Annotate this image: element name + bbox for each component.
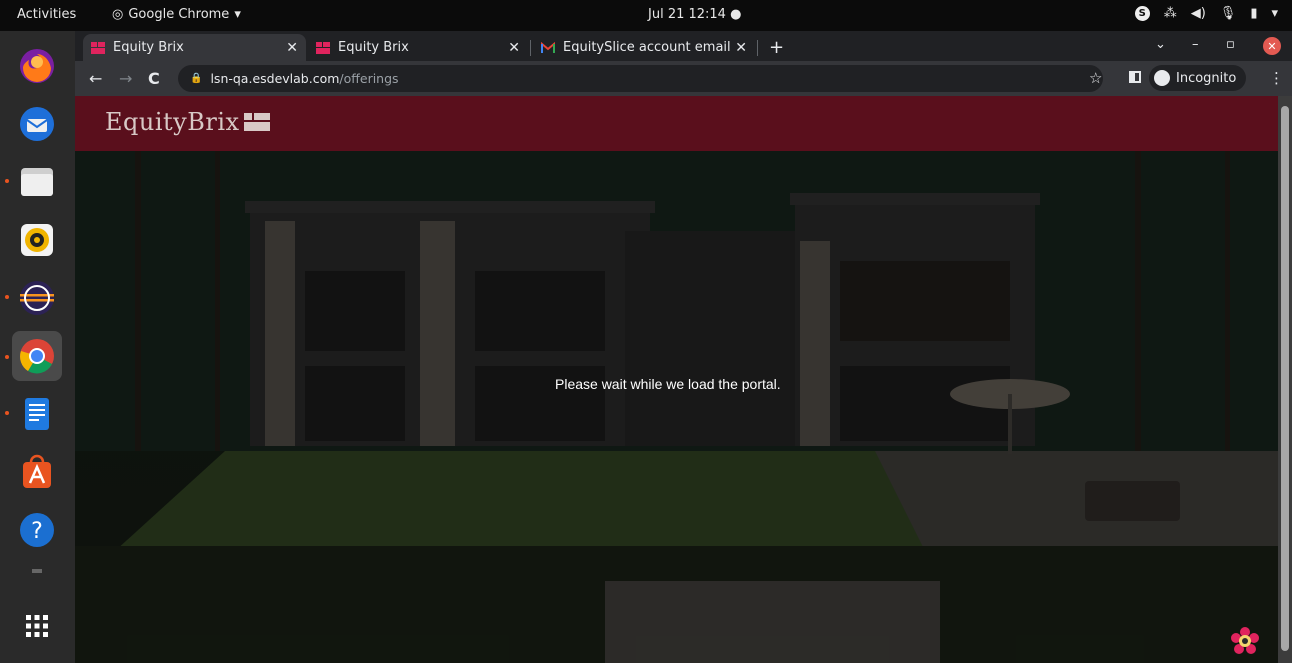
loading-overlay xyxy=(75,151,1278,663)
site-header: EquityBrix xyxy=(75,96,1278,151)
bookmark-star-icon[interactable]: ☆ xyxy=(1089,69,1102,87)
clock-label: Jul 21 12:14 xyxy=(648,7,726,22)
tab-strip: Equity Brix ✕ Equity Brix ✕ EquitySlice … xyxy=(75,31,1292,61)
dock-files[interactable] xyxy=(12,157,62,207)
url-host: lsn-qa.esdevlab.com xyxy=(210,71,340,86)
skype-icon[interactable]: S xyxy=(1134,6,1150,21)
gmail-favicon xyxy=(541,41,555,53)
incognito-icon xyxy=(1154,70,1170,86)
gnome-top-bar: Activities ◎ Google Chrome ▾ Jul 21 12:1… xyxy=(0,0,1292,31)
tab-separator xyxy=(757,40,758,56)
reload-icon[interactable]: C xyxy=(148,69,160,88)
dock-software[interactable] xyxy=(12,447,62,497)
close-window-icon[interactable]: ✕ xyxy=(1263,37,1281,55)
tab-search-icon[interactable]: ⌄ xyxy=(1155,37,1166,52)
clock[interactable]: Jul 21 12:14 ● xyxy=(648,7,741,22)
eclipse-icon xyxy=(20,281,54,315)
dock-separator xyxy=(32,569,42,573)
chrome-small-icon: ◎ xyxy=(112,7,124,22)
tab-equity-brix-2[interactable]: Equity Brix ✕ xyxy=(308,34,528,61)
microphone-icon: 🎙 xyxy=(1219,6,1237,21)
browser-toolbar: ← → C 🔒 lsn-qa.esdevlab.com/offerings ☆ … xyxy=(75,61,1292,96)
chevron-down-icon: ▾ xyxy=(1271,6,1278,21)
lock-icon: 🔒 xyxy=(190,73,203,84)
running-indicator xyxy=(5,411,9,415)
close-tab-icon[interactable]: ✕ xyxy=(508,40,520,56)
tab-separator xyxy=(530,40,531,56)
battery-icon: ▮ xyxy=(1250,6,1258,21)
show-applications-button[interactable] xyxy=(12,601,62,651)
files-icon xyxy=(21,168,53,196)
system-tray[interactable]: S ⁂ ◀) 🎙 ▮ ▾ xyxy=(1134,6,1278,21)
volume-icon: ◀) xyxy=(1190,6,1206,21)
tab-equityslice-email[interactable]: EquitySlice account email ✕ xyxy=(533,34,755,61)
incognito-label: Incognito xyxy=(1176,70,1237,86)
running-indicator xyxy=(5,179,9,183)
url-path: /offerings xyxy=(339,71,399,86)
chrome-window-frame: Equity Brix ✕ Equity Brix ✕ EquitySlice … xyxy=(75,31,1292,96)
equitybrix-favicon xyxy=(91,41,105,54)
logo-text: EquityBrix xyxy=(105,108,240,136)
app-menu-label: Google Chrome xyxy=(128,7,230,22)
dock: ? xyxy=(0,31,75,663)
chrome-icon xyxy=(20,339,54,374)
dock-writer[interactable] xyxy=(12,389,62,439)
running-indicator xyxy=(5,295,9,299)
hero-background-image: Please wait while we load the portal. xyxy=(75,151,1278,663)
side-panel-icon[interactable] xyxy=(1129,71,1141,83)
page-scrollbar[interactable] xyxy=(1278,96,1292,663)
close-tab-icon[interactable]: ✕ xyxy=(735,40,747,56)
tab-title: Equity Brix xyxy=(338,40,409,55)
software-center-icon xyxy=(23,454,51,488)
dock-rhythmbox[interactable] xyxy=(12,215,62,265)
close-tab-icon[interactable]: ✕ xyxy=(286,40,298,56)
loading-message: Please wait while we load the portal. xyxy=(555,376,781,392)
incognito-indicator[interactable]: Incognito xyxy=(1149,65,1247,91)
dock-chrome[interactable] xyxy=(12,331,62,381)
firefox-icon xyxy=(20,49,54,83)
svg-text:?: ? xyxy=(31,519,43,544)
dock-help[interactable]: ? xyxy=(12,505,62,555)
minimize-icon[interactable]: – xyxy=(1192,37,1199,52)
chat-widget-icon[interactable] xyxy=(1230,626,1260,656)
tab-title: EquitySlice account email xyxy=(563,40,731,55)
dock-eclipse[interactable] xyxy=(12,273,62,323)
back-icon[interactable]: ← xyxy=(89,69,102,88)
forward-icon[interactable]: → xyxy=(119,69,132,88)
dock-firefox[interactable] xyxy=(12,41,62,91)
tab-title: Equity Brix xyxy=(113,40,184,55)
page-viewport: EquityBrix Please wait while we load the… xyxy=(75,96,1278,663)
rhythmbox-icon xyxy=(21,224,53,256)
address-bar[interactable]: 🔒 lsn-qa.esdevlab.com/offerings xyxy=(178,65,1103,92)
app-menu[interactable]: ◎ Google Chrome ▾ xyxy=(112,7,241,22)
writer-icon xyxy=(25,398,49,430)
dock-thunderbird[interactable] xyxy=(12,99,62,149)
show-apps-icon xyxy=(26,615,48,637)
network-icon: ⁂ xyxy=(1163,6,1177,21)
new-tab-button[interactable]: + xyxy=(769,37,784,58)
chevron-down-icon: ▾ xyxy=(234,7,241,22)
tab-equity-brix-1[interactable]: Equity Brix ✕ xyxy=(83,34,306,61)
scrollbar-thumb[interactable] xyxy=(1281,106,1289,651)
thunderbird-icon xyxy=(20,107,54,141)
running-indicator xyxy=(5,355,9,359)
logo-bricks-icon xyxy=(243,113,270,131)
equitybrix-favicon xyxy=(316,41,330,54)
restore-icon[interactable]: ▫ xyxy=(1226,37,1235,52)
more-menu-icon[interactable]: ⋮ xyxy=(1269,69,1284,87)
help-icon: ? xyxy=(20,513,54,547)
site-logo[interactable]: EquityBrix xyxy=(105,108,270,136)
activities-button[interactable]: Activities xyxy=(17,7,76,22)
